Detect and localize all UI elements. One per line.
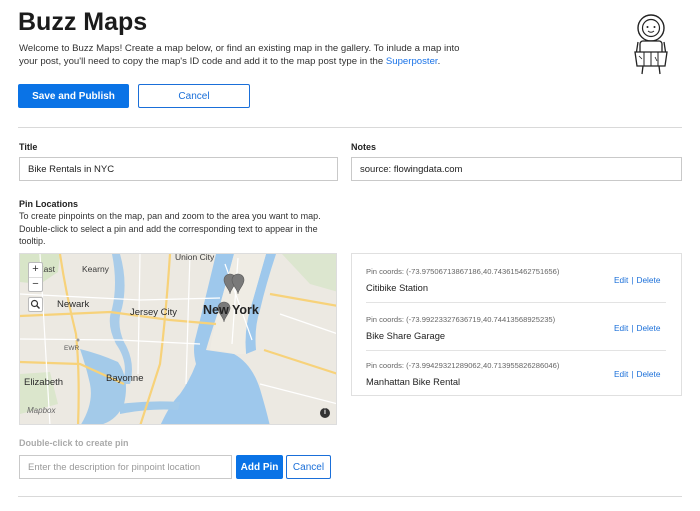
pin-coords: Pin coords: (-73.99429321289062,40.71395… (366, 361, 559, 370)
delete-pin-link[interactable]: Delete (636, 369, 660, 379)
pin-coords-value: (-73.99223327636719,40.74413568925235) (406, 315, 556, 324)
delete-pin-link[interactable]: Delete (636, 323, 660, 333)
pin-locations-label: Pin Locations (19, 199, 79, 209)
pin-actions: Edit | Delete (614, 369, 660, 379)
map-info-icon[interactable]: i (320, 408, 330, 418)
pin-actions: Edit | Delete (614, 323, 660, 333)
divider (18, 496, 682, 497)
separator: | (631, 275, 634, 285)
map-zoom-control: + − (28, 262, 43, 292)
pin-description-input[interactable]: Enter the description for pinpoint locat… (19, 455, 232, 479)
edit-pin-link[interactable]: Edit (614, 275, 628, 285)
map-canvas[interactable]: Union City Kearny East Newark Jersey Cit… (19, 253, 337, 425)
create-pin-label: Double-click to create pin (19, 438, 129, 448)
map-label-jersey-city: Jersey City (130, 307, 177, 318)
map-label-union-city: Union City (175, 253, 215, 262)
mapbox-logo[interactable]: Mapbox (27, 406, 55, 415)
title-label: Title (19, 142, 38, 152)
pin-coords-prefix: Pin coords: (366, 267, 404, 276)
page-title: Buzz Maps (18, 8, 148, 36)
separator: | (631, 369, 634, 379)
edit-pin-link[interactable]: Edit (614, 323, 628, 333)
astronaut-mascot-icon (634, 14, 668, 75)
pin-coords-value: (-73.99429321289062,40.713955826286046) (406, 361, 560, 370)
title-input[interactable]: Bike Rentals in NYC (19, 157, 338, 181)
pin-name: Bike Share Garage (366, 331, 446, 341)
edit-pin-link[interactable]: Edit (614, 369, 628, 379)
intro-end: . (437, 56, 441, 67)
pin-coords-prefix: Pin coords: (366, 361, 404, 370)
pin-actions: Edit | Delete (614, 275, 660, 285)
pin-coords: Pin coords: (-73.97506713867186,40.74361… (366, 267, 559, 276)
title-input-value: Bike Rentals in NYC (28, 163, 115, 175)
pin-coords: Pin coords: (-73.99223327636719,40.74413… (366, 315, 555, 324)
map-search-button[interactable] (28, 297, 43, 312)
pin-name: Manhattan Bike Rental (366, 377, 461, 387)
map-tiles (20, 254, 336, 424)
map-label-elizabeth: Elizabeth (24, 377, 64, 388)
zoom-out-button[interactable]: − (29, 277, 42, 291)
cancel-button[interactable]: Cancel (138, 84, 250, 108)
add-pin-button[interactable]: Add Pin (236, 455, 283, 479)
map-label-kearny: Kearny (82, 264, 109, 274)
zoom-in-button[interactable]: + (29, 263, 42, 277)
cancel-pin-button[interactable]: Cancel (286, 455, 331, 479)
pin-list-item: Pin coords: (-73.97506713867186,40.74361… (366, 254, 666, 302)
map-label-new-york: New York (203, 303, 259, 317)
search-icon (30, 299, 40, 309)
notes-input-value: source: flowingdata.com (360, 163, 463, 175)
map-label-ewr: EWR (64, 345, 80, 352)
pin-list-item: Pin coords: (-73.99223327636719,40.74413… (366, 302, 666, 350)
map-label-bayonne: Bayonne (106, 373, 144, 384)
pin-list: Pin coords: (-73.97506713867186,40.74361… (351, 253, 682, 396)
divider (18, 127, 682, 128)
notes-label: Notes (351, 142, 377, 152)
pin-list-item: Pin coords: (-73.99429321289062,40.71395… (366, 348, 666, 396)
pin-description-placeholder: Enter the description for pinpoint locat… (28, 461, 201, 473)
pin-name: Citibike Station (366, 283, 429, 293)
pin-coords-value: (-73.97506713867186,40.743615462751656) (406, 267, 560, 276)
superposter-link[interactable]: Superposter (386, 56, 438, 67)
save-and-publish-button[interactable]: Save and Publish (18, 84, 129, 108)
notes-input[interactable]: source: flowingdata.com (351, 157, 682, 181)
map-label-newark: Newark (57, 299, 90, 310)
delete-pin-link[interactable]: Delete (636, 275, 660, 285)
pin-coords-prefix: Pin coords: (366, 315, 404, 324)
separator: | (631, 323, 634, 333)
pin-locations-help: To create pinpoints on the map, pan and … (19, 211, 321, 246)
intro-text: Welcome to Buzz Maps! Create a map below… (19, 42, 467, 68)
